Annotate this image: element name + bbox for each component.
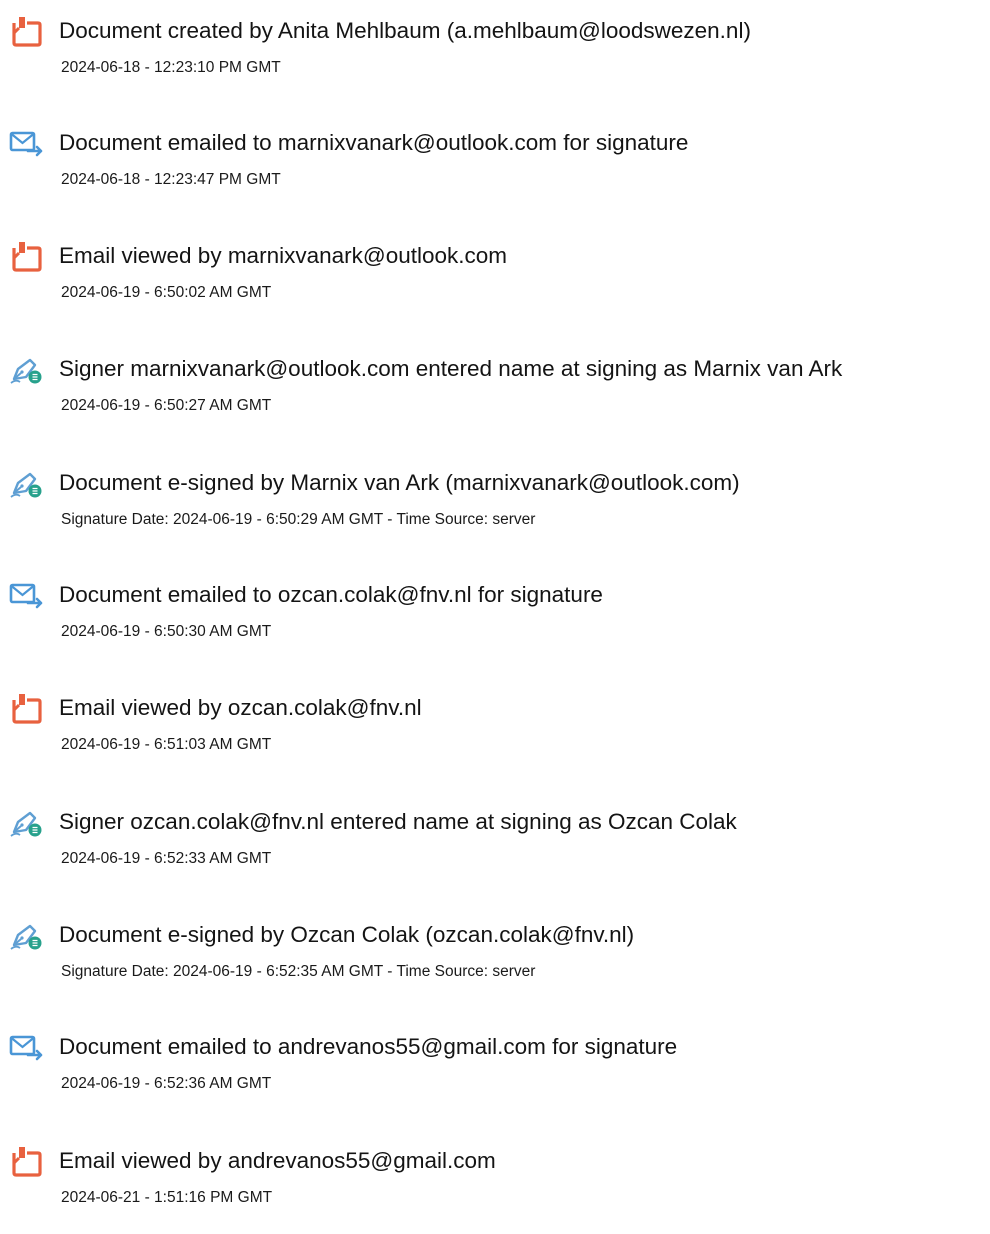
signature-pen-icon [8,352,46,386]
signature-pen-icon [8,466,46,500]
email-sent-icon [8,126,46,160]
event-title: Email viewed by andrevanos55@gmail.com [59,1148,496,1173]
audit-event: Email viewed by andrevanos55@gmail.com 2… [0,1144,990,1234]
event-title: Document emailed to ozcan.colak@fnv.nl f… [59,582,603,607]
event-title: Email viewed by marnixvanark@outlook.com [59,243,508,268]
event-timestamp: 2024-06-19 - 6:51:03 AM GMT [61,736,272,753]
audit-event: Document e-signed by Ozcan Colak (ozcan.… [0,918,990,1008]
audit-event: Email viewed by ozcan.colak@fnv.nl 2024-… [0,691,990,781]
event-timestamp: 2024-06-19 - 6:50:30 AM GMT [61,623,272,640]
signature-date: Signature Date: 2024-06-19 - 6:50:29 AM … [61,511,536,528]
signature-pen-icon [8,918,46,952]
event-timestamp: 2024-06-19 - 6:50:27 AM GMT [61,397,272,414]
audit-event: Document emailed to andrevanos55@gmail.c… [0,1030,990,1120]
event-timestamp: 2024-06-18 - 12:23:10 PM GMT [61,59,281,76]
event-timestamp: 2024-06-18 - 12:23:47 PM GMT [61,171,281,188]
document-created-icon [8,14,46,48]
email-viewed-icon [8,239,46,273]
event-title: Signer ozcan.colak@fnv.nl entered name a… [59,809,737,834]
email-sent-icon [8,578,46,612]
audit-event: Document created by Anita Mehlbaum (a.me… [0,14,990,104]
event-timestamp: 2024-06-19 - 6:52:33 AM GMT [61,850,272,867]
email-viewed-icon [8,691,46,725]
event-title: Email viewed by ozcan.colak@fnv.nl [59,695,422,720]
event-title: Document emailed to andrevanos55@gmail.c… [59,1034,678,1059]
audit-event: Document emailed to ozcan.colak@fnv.nl f… [0,578,990,668]
event-timestamp: 2024-06-19 - 6:52:36 AM GMT [61,1075,272,1092]
event-timestamp: 2024-06-19 - 6:50:02 AM GMT [61,284,272,301]
event-title: Document emailed to marnixvanark@outlook… [59,130,689,155]
event-title: Document created by Anita Mehlbaum (a.me… [59,18,751,43]
event-title: Document e-signed by Marnix van Ark (mar… [59,470,740,495]
signature-date: Signature Date: 2024-06-19 - 6:52:35 AM … [61,963,536,980]
signature-pen-icon [8,805,46,839]
audit-event: Signer marnixvanark@outlook.com entered … [0,352,990,442]
audit-event: Document e-signed by Marnix van Ark (mar… [0,466,990,556]
event-timestamp: 2024-06-21 - 1:51:16 PM GMT [61,1189,273,1206]
email-viewed-icon [8,1144,46,1178]
event-title: Signer marnixvanark@outlook.com entered … [59,356,843,381]
event-title: Document e-signed by Ozcan Colak (ozcan.… [59,922,635,947]
audit-trail-list: Document created by Anita Mehlbaum (a.me… [0,0,990,1224]
audit-event: Signer ozcan.colak@fnv.nl entered name a… [0,805,990,895]
audit-event: Document emailed to marnixvanark@outlook… [0,126,990,216]
audit-event: Email viewed by marnixvanark@outlook.com… [0,239,990,329]
email-sent-icon [8,1030,46,1064]
